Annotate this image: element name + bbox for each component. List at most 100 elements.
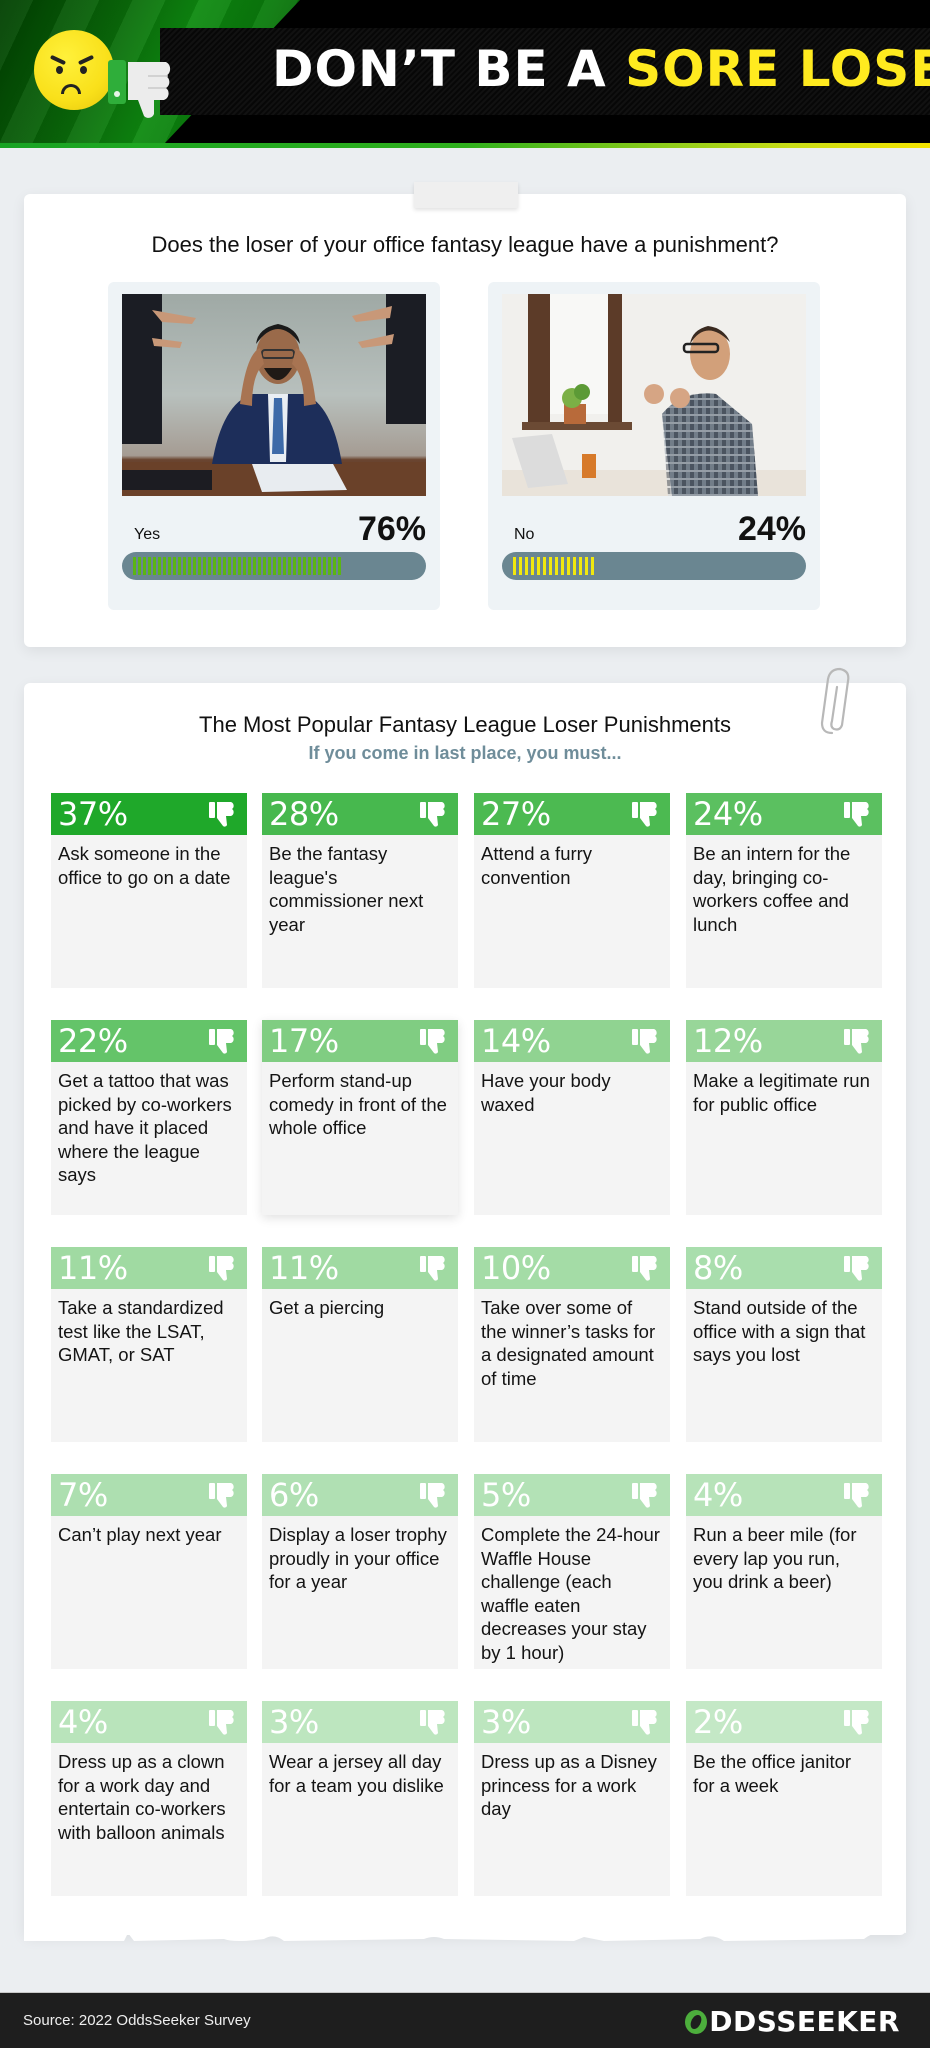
tile-description: Display a loser trophy proudly in your o… [269,1524,447,1592]
tile-header: 6% [262,1474,458,1516]
thumbs-down-icon [842,1480,872,1510]
tile-description: Stand outside of the office with a sign … [693,1297,866,1365]
tile-percent: 4% [58,1703,108,1741]
tile-percent: 17% [269,1022,339,1060]
thumbs-down-icon [630,799,660,829]
tile-header: 14% [474,1020,670,1062]
punishment-tile: 22% Get a tattoo that was picked by co-wo… [51,1020,247,1215]
tile-description: Attend a furry convention [481,843,593,888]
tile-header: 22% [51,1020,247,1062]
tile-percent: 22% [58,1022,128,1060]
punishment-tile: 11% Get a piercing [262,1247,458,1442]
thumbs-down-icon [630,1026,660,1056]
thumbs-down-icon [207,1480,237,1510]
tile-description: Get a piercing [269,1297,385,1318]
tile-header: 11% [262,1247,458,1289]
photo-happy-man [502,294,806,496]
thumbs-down-icon [207,1026,237,1056]
punishments-title: The Most Popular Fantasy League Loser Pu… [199,712,731,737]
tile-header: 12% [686,1020,882,1062]
poll-progress-bar [122,552,426,580]
tile-description: Dress up as a Disney princess for a work… [481,1751,657,1819]
footer: Source: 2022 OddsSeeker Survey DDSSEEKER [0,1992,930,2048]
punishment-tile: 4% Run a beer mile (for every lap you run… [686,1474,882,1669]
tile-percent: 8% [693,1249,743,1287]
punishment-tile: 7% Can’t play next year [51,1474,247,1669]
source-note: Source: 2022 OddsSeeker Survey [23,2012,251,2029]
tile-percent: 27% [481,795,551,833]
punishment-tile: 11% Take a standardized test like the LSA… [51,1247,247,1442]
punishment-tile: 6% Display a loser trophy proudly in your… [262,1474,458,1669]
tile-description: Ask someone in the office to go on a dat… [58,843,231,888]
tile-description: Have your body waxed [481,1070,611,1115]
thumbs-down-icon [207,1707,237,1737]
tile-header: 3% [262,1701,458,1743]
tile-percent: 24% [693,795,763,833]
thumbs-down-icon [418,1480,448,1510]
poll-option-percent: 24% [737,510,806,548]
tile-header: 4% [51,1701,247,1743]
thumbs-down-icon [418,799,448,829]
thumbs-down-icon [630,1253,660,1283]
tile-description: Get a tattoo that was picked by co-worke… [58,1070,232,1185]
tile-percent: 4% [693,1476,743,1514]
tile-description: Complete the 24-hour Waffle House challe… [481,1524,660,1663]
tile-header: 11% [51,1247,247,1289]
punishment-tile: 27% Attend a furry convention [474,793,670,988]
thumbs-down-icon [630,1480,660,1510]
header-stripe-wrap [0,143,930,148]
tile-header: 28% [262,793,458,835]
thumbs-down-icon [842,1253,872,1283]
poll-progress-fill [513,557,594,575]
logo-text: DDSSEEKER [709,2005,900,2038]
header-gradient-stripe [0,143,930,148]
poll-option-label: No [514,526,535,543]
tile-percent: 28% [269,795,339,833]
tile-percent: 14% [481,1022,551,1060]
thumbs-down-icon [842,1026,872,1056]
tile-percent: 37% [58,795,128,833]
page-title: DON’T BE A SORE LOSER [272,40,930,98]
poll-option-yes: Yes 76% [108,282,440,610]
punishment-tile: 12% Make a legitimate run for public offi… [686,1020,882,1215]
tile-header: 4% [686,1474,882,1516]
thumbs-down-icon [108,60,171,118]
thumbs-down-icon [842,1707,872,1737]
punishment-tile: 14% Have your body waxed [474,1020,670,1215]
oddsseeker-logo[interactable]: DDSSEEKER [685,2005,900,2038]
tile-percent: 3% [481,1703,531,1741]
punishment-tile: 4% Dress up as a clown for a work day and… [51,1701,247,1896]
tile-percent: 6% [269,1476,319,1514]
punishment-tile: 5% Complete the 24-hour Waffle House chal… [474,1474,670,1669]
tile-header: 17% [262,1020,458,1062]
punishment-tile: 3% Wear a jersey all day for a team you d… [262,1701,458,1896]
punishment-tile: 17% Perform stand-up comedy in front of t… [262,1020,458,1215]
tile-description: Can’t play next year [58,1524,222,1545]
tile-percent: 3% [269,1703,319,1741]
tile-percent: 2% [693,1703,743,1741]
tile-description: Take a standardized test like the LSAT, … [58,1297,224,1365]
tape-decoration [414,182,518,208]
thumbs-down-icon [207,799,237,829]
tile-description: Dress up as a clown for a work day and e… [58,1751,226,1843]
angry-face-icon [34,30,114,110]
tile-description: Perform stand-up comedy in front of the … [269,1070,447,1138]
thumbs-down-icon [418,1707,448,1737]
title-accent: SORE LOSER [625,40,930,98]
tile-header: 3% [474,1701,670,1743]
poll-question: Does the loser of your office fantasy le… [151,232,779,257]
poll-progress-bar [502,552,806,580]
punishment-tile: 8% Stand outside of the office with a sig… [686,1247,882,1442]
punishment-tile: 3% Dress up as a Disney princess for a wo… [474,1701,670,1896]
thumbs-down-icon [418,1026,448,1056]
thumbs-down-icon [630,1707,660,1737]
header-banner: DON’T BE A SORE LOSER [0,0,930,143]
poll-option-percent: 76% [357,510,426,548]
poll-option-no: No 24% [488,282,820,610]
tile-description: Make a legitimate run for public office [693,1070,870,1115]
tile-description: Take over some of the winner’s tasks for… [481,1297,656,1389]
tile-header: 5% [474,1474,670,1516]
tile-description: Run a beer mile (for every lap you run, … [693,1524,857,1592]
photo-stressed-businessman [122,294,426,496]
thumbs-down-icon [418,1253,448,1283]
